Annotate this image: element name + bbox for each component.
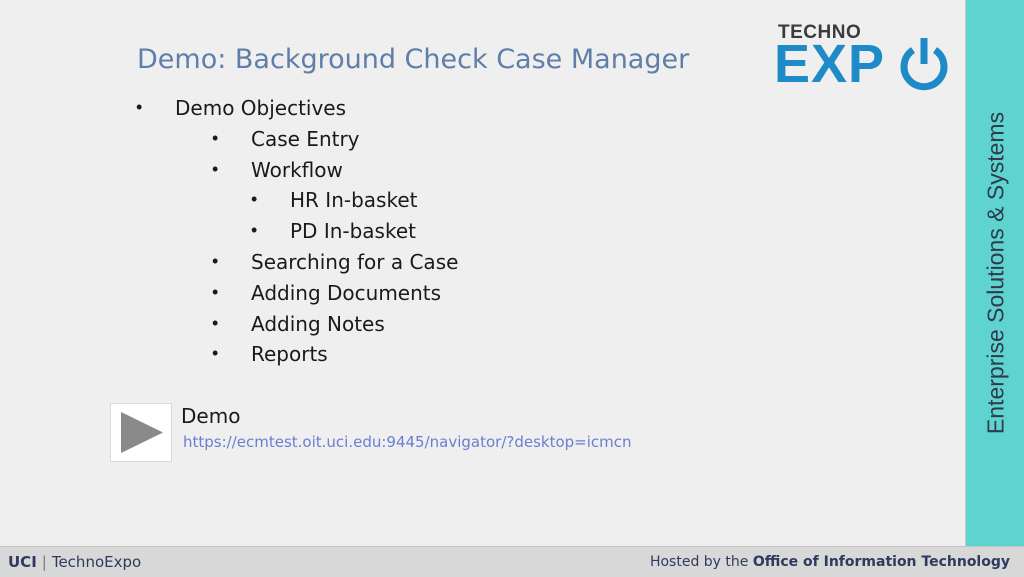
bullet-dot: • bbox=[212, 251, 219, 271]
bullet-dot: • bbox=[212, 127, 219, 148]
side-band: Enterprise Solutions & Systems bbox=[965, 0, 1024, 546]
side-band-text: Enterprise Solutions & Systems bbox=[982, 111, 1008, 435]
footer-left: UCI | TechnoExpo bbox=[8, 553, 141, 571]
bullet-dot: • bbox=[251, 189, 258, 210]
techno-expo-logo: TECHNO EXP bbox=[774, 22, 954, 94]
bullet-item: Adding Notes bbox=[251, 311, 385, 336]
footer-right: Hosted by the Office of Information Tech… bbox=[650, 554, 1010, 570]
bullet-item: Demo Objectives bbox=[175, 96, 347, 120]
bullet-item: HR In-basket bbox=[290, 188, 418, 213]
bullet-dot: • bbox=[212, 281, 219, 302]
play-icon bbox=[121, 412, 163, 453]
demo-play-button[interactable] bbox=[110, 403, 172, 462]
bullet-item: Case Entry bbox=[251, 126, 360, 151]
bullet-dot: • bbox=[212, 312, 219, 333]
slide-title: Demo: Background Check Case Manager bbox=[137, 44, 690, 75]
bullet-item: Workflow bbox=[251, 157, 343, 182]
demo-label: Demo bbox=[181, 404, 241, 428]
bullet-dot: • bbox=[136, 97, 143, 117]
footer-brand: UCI bbox=[8, 553, 37, 571]
bullet-item: Searching for a Case bbox=[251, 250, 459, 274]
logo-main-text: EXP bbox=[774, 34, 886, 94]
footer-event-name: TechnoExpo bbox=[51, 553, 142, 571]
slide: Demo: Background Check Case Manager • Dem… bbox=[0, 0, 1024, 577]
bullet-item: PD In-basket bbox=[290, 219, 416, 244]
bullet-dot: • bbox=[251, 220, 258, 241]
footer-separator: | bbox=[41, 553, 47, 571]
power-icon bbox=[900, 38, 948, 91]
bullet-dot: • bbox=[212, 158, 219, 179]
footer: UCI | TechnoExpo Hosted by the Office of I… bbox=[0, 546, 1024, 577]
footer-office-name: Office of Information Technology bbox=[752, 554, 1010, 570]
bullet-item: Reports bbox=[251, 342, 328, 367]
bullet-dot: • bbox=[212, 343, 219, 364]
footer-hosted-prefix: Hosted by the bbox=[649, 554, 749, 570]
demo-url-link[interactable]: https://ecmtest.oit.uci.edu:9445/navigat… bbox=[183, 433, 632, 451]
slide-content-area: Demo: Background Check Case Manager • Dem… bbox=[0, 0, 965, 546]
bullet-item: Adding Documents bbox=[251, 280, 442, 305]
